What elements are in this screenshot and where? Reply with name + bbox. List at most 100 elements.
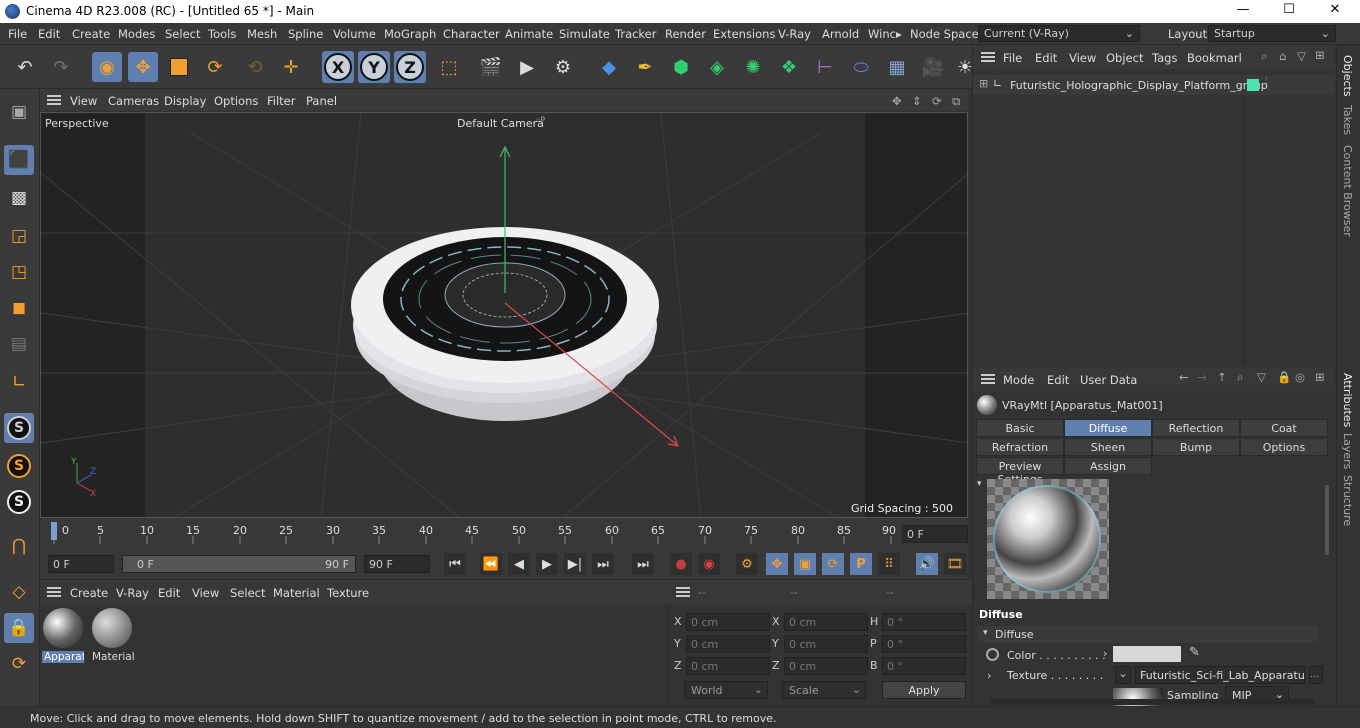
attr-menu-mode[interactable]: Mode (1003, 373, 1034, 387)
frame-range-slider[interactable]: 0 F 90 F (122, 555, 356, 573)
render-settings-button[interactable]: ⚙ (548, 52, 578, 82)
texture-mode-button[interactable]: ▩ (4, 183, 34, 213)
pen-spline-button[interactable]: ✒ (630, 52, 660, 82)
horizontal-scrollbar[interactable] (991, 699, 1315, 705)
x-axis-lock-button[interactable]: X (324, 53, 352, 81)
extrude-button[interactable]: ◈ (702, 52, 732, 82)
camera-button[interactable]: 🎥 (918, 52, 948, 82)
start-frame-field[interactable]: 0 F (48, 555, 114, 573)
search-icon[interactable]: ⌕ (1237, 370, 1243, 385)
tab-basic[interactable]: Basic (976, 419, 1064, 437)
vp-menu-view[interactable]: View (70, 94, 97, 108)
rotation-p-field[interactable]: 0 ° (882, 635, 966, 653)
bend-deformer-button[interactable]: ⊢ (810, 52, 840, 82)
key-scale-button[interactable]: ▣ (794, 553, 816, 575)
menu-window[interactable]: Winc (868, 27, 896, 41)
menu-mesh[interactable]: Mesh (247, 27, 277, 41)
eyedropper-icon[interactable]: ✎ (1189, 645, 1200, 660)
next-frame-button[interactable]: ▶| (564, 553, 586, 575)
grid-rotate-button[interactable]: ⟳ (4, 649, 34, 679)
side-tab-attributes[interactable]: Attributes (1341, 373, 1354, 427)
autokey-button[interactable]: ◉ (698, 553, 720, 575)
layer-color-tag[interactable] (1247, 79, 1259, 91)
vp-menu-filter[interactable]: Filter (267, 94, 295, 108)
undo-button[interactable]: ↶ (10, 52, 40, 82)
home-icon[interactable]: ⌂ (1279, 49, 1286, 63)
vp-rotate-icon[interactable]: ⟳ (932, 94, 942, 108)
menu-select[interactable]: Select (165, 27, 200, 41)
menu-render[interactable]: Render (665, 27, 706, 41)
3d-viewport[interactable]: Perspective Default Camera ◦⁰ Y Z X Grid… (40, 112, 968, 518)
obj-menu-file[interactable]: File (1003, 51, 1022, 65)
vp-maximize-icon[interactable]: ⧉ (952, 94, 960, 109)
position-z-field[interactable]: 0 cm (686, 657, 770, 675)
subdivision-button[interactable]: ⬢ (666, 52, 696, 82)
polygon-mode-button[interactable]: ◼ (4, 293, 34, 323)
back-arrow-icon[interactable]: ← (1179, 370, 1189, 384)
vp-dolly-icon[interactable]: ⇕ (912, 94, 922, 108)
mat-menu-vray[interactable]: V-Ray (116, 586, 149, 600)
vp-move-icon[interactable]: ✥ (892, 94, 902, 108)
side-tab-objects[interactable]: Objects (1341, 55, 1354, 97)
goto-start-button[interactable]: ⏮ (444, 553, 466, 575)
menu-create[interactable]: Create (72, 27, 110, 41)
locked-workplane-button[interactable]: 🔒 (4, 613, 34, 643)
new-window-icon[interactable]: ⊞ (1315, 48, 1325, 62)
move-tool-button[interactable]: ✥ (128, 52, 158, 82)
menu-extensions[interactable]: Extensions (713, 27, 775, 41)
mat-menu-select[interactable]: Select (230, 586, 265, 600)
size-y-field[interactable]: 0 cm (784, 635, 868, 653)
menu-spline[interactable]: Spline (288, 27, 323, 41)
collapsed-arrow-icon[interactable]: › (1103, 647, 1107, 660)
key-parameter-button[interactable]: P (850, 553, 872, 575)
magnet-button[interactable]: ⋂ (4, 531, 34, 561)
prev-frame-button[interactable]: ◀ (508, 553, 530, 575)
rotation-h-field[interactable]: 0 ° (882, 613, 966, 631)
tab-diffuse[interactable]: Diffuse (1064, 419, 1152, 437)
obj-menu-bookmarks[interactable]: Bookmarks (1187, 51, 1241, 65)
playhead[interactable] (51, 522, 57, 540)
vp-menu-panel[interactable]: Panel (306, 94, 337, 108)
record-button[interactable]: ● (670, 553, 692, 575)
scale-tool-button[interactable] (164, 52, 194, 82)
menu-arnold[interactable]: Arnold (822, 27, 859, 41)
menu-tracker[interactable]: Tracker (615, 27, 657, 41)
obj-menu-edit[interactable]: Edit (1035, 51, 1057, 65)
key-pla-button[interactable]: ⠿ (878, 553, 900, 575)
close-button[interactable]: ✕ (1312, 2, 1358, 22)
texture-field[interactable]: Futuristic_Sci-fi_Lab_Apparatus_B (1135, 666, 1305, 684)
material-preview-box[interactable] (987, 479, 1109, 599)
attr-menu-edit[interactable]: Edit (1047, 373, 1069, 387)
sound-button[interactable]: 🔊 (916, 553, 938, 575)
workplane-button[interactable]: ◇ (4, 577, 34, 607)
menu-animate[interactable]: Animate (505, 27, 553, 41)
hamburger-icon[interactable] (981, 374, 995, 384)
menu-character[interactable]: Character (443, 27, 500, 41)
quantize-button[interactable]: S (4, 487, 34, 517)
vp-menu-cameras[interactable]: Cameras (108, 94, 159, 108)
menu-tools[interactable]: Tools (208, 27, 236, 41)
preview-scrollbar[interactable] (1325, 485, 1329, 555)
tab-options[interactable]: Options (1240, 438, 1328, 456)
snap-button[interactable]: S (4, 413, 34, 443)
timeline-ruler[interactable]: 0 5 10 15 20 25 30 35 40 45 50 55 60 65 … (40, 518, 968, 548)
diffuse-color-swatch[interactable] (1113, 646, 1181, 662)
object-row[interactable]: ⊞ ∟ Futuristic_Holographic_Display_Platf… (973, 75, 1335, 95)
render-view-button[interactable]: 🎬 (476, 52, 506, 82)
size-mode-dropdown[interactable]: Scale ⌄ (782, 681, 866, 699)
model-mode-button[interactable]: ⬛ (4, 145, 34, 175)
live-selection-button[interactable]: ◉ (92, 52, 122, 82)
mat-menu-create[interactable]: Create (70, 586, 108, 600)
menu-overflow-arrow[interactable]: ▸ (896, 27, 902, 41)
material-swatch[interactable]: Material (90, 608, 135, 666)
floor-button[interactable]: ▦ (882, 52, 912, 82)
node-space-dropdown[interactable]: Current (V-Ray) ⌄ (978, 25, 1140, 42)
make-editable-button[interactable]: ▣ (4, 97, 34, 127)
diffuse-group-header[interactable]: ▾ Diffuse (977, 626, 1319, 643)
menu-volume[interactable]: Volume (333, 27, 376, 41)
side-tab-structure[interactable]: Structure (1341, 475, 1354, 526)
z-axis-lock-button[interactable]: Z (396, 53, 424, 81)
mograph-array-button[interactable]: ❖ (774, 52, 804, 82)
key-rotation-button[interactable]: ⟳ (822, 553, 844, 575)
coordinate-system-button[interactable]: ⬚ (434, 52, 464, 82)
